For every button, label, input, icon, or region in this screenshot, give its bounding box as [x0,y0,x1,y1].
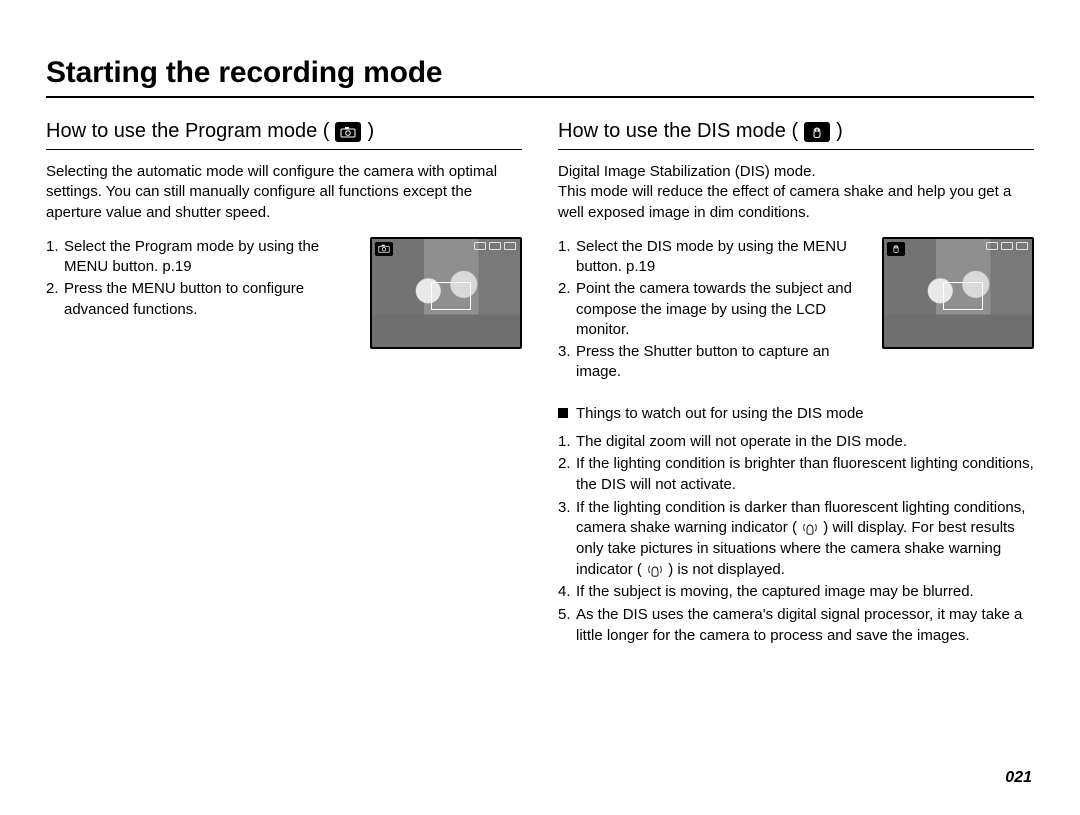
hud-indicators [986,242,1028,250]
right-column: How to use the DIS mode ( ) Digital Imag… [558,120,1034,646]
lcd-screen [882,237,1034,349]
dis-notes-list: 1.The digital zoom will not operate in t… [558,432,1034,647]
dis-intro-text: Digital Image Stabilization (DIS) mode. … [558,162,1034,223]
heading-text-prefix: How to use the DIS mode ( [558,120,798,143]
shake-warning-icon [646,563,664,577]
dis-steps-row: 1.Select the DIS mode by using the MENU … [558,237,1034,383]
page-title: Starting the recording mode [46,56,1034,98]
program-mode-heading: How to use the Program mode ( ) [46,120,522,150]
program-steps-row: 1.Select the Program mode by using the M… [46,237,522,349]
list-item: 2.Press the MENU button to configure adv… [46,279,360,320]
heading-text-suffix: ) [836,120,843,143]
program-intro-text: Selecting the automatic mode will config… [46,162,522,223]
dis-lcd-illustration [882,237,1034,349]
manual-page: Starting the recording mode How to use t… [0,0,1080,815]
focus-frame-icon [943,282,983,310]
focus-frame-icon [431,282,471,310]
program-mode-icon [335,122,361,142]
bullet-square-icon [558,408,568,418]
list-item: 4.If the subject is moving, the captured… [558,582,1034,603]
list-item: 3.Press the Shutter button to capture an… [558,342,872,383]
heading-text-prefix: How to use the Program mode ( [46,120,329,143]
list-item: 1.Select the Program mode by using the M… [46,237,360,278]
list-item: 2.Point the camera towards the subject a… [558,279,872,340]
notes-heading: Things to watch out for using the DIS mo… [558,405,1034,422]
list-item: 1.The digital zoom will not operate in t… [558,432,1034,453]
program-mode-icon [375,242,393,256]
lcd-screen [370,237,522,349]
program-lcd-illustration [370,237,522,349]
dis-mode-heading: How to use the DIS mode ( ) [558,120,1034,150]
dis-mode-icon [887,242,905,256]
list-item: 3. If the lighting condition is darker t… [558,498,1034,581]
heading-text-suffix: ) [367,120,374,143]
dis-mode-icon [804,122,830,142]
two-column-layout: How to use the Program mode ( ) Selectin… [46,120,1034,646]
shake-warning-icon [801,521,819,535]
left-column: How to use the Program mode ( ) Selectin… [46,120,522,646]
page-number: 021 [1005,769,1032,787]
dis-steps-list: 1.Select the DIS mode by using the MENU … [558,237,872,383]
hud-indicators [474,242,516,250]
list-item: 2.If the lighting condition is brighter … [558,454,1034,495]
program-steps-list: 1.Select the Program mode by using the M… [46,237,360,320]
list-item: 1.Select the DIS mode by using the MENU … [558,237,872,278]
notes-heading-text: Things to watch out for using the DIS mo… [576,405,864,422]
list-item: 5.As the DIS uses the camera's digital s… [558,605,1034,646]
